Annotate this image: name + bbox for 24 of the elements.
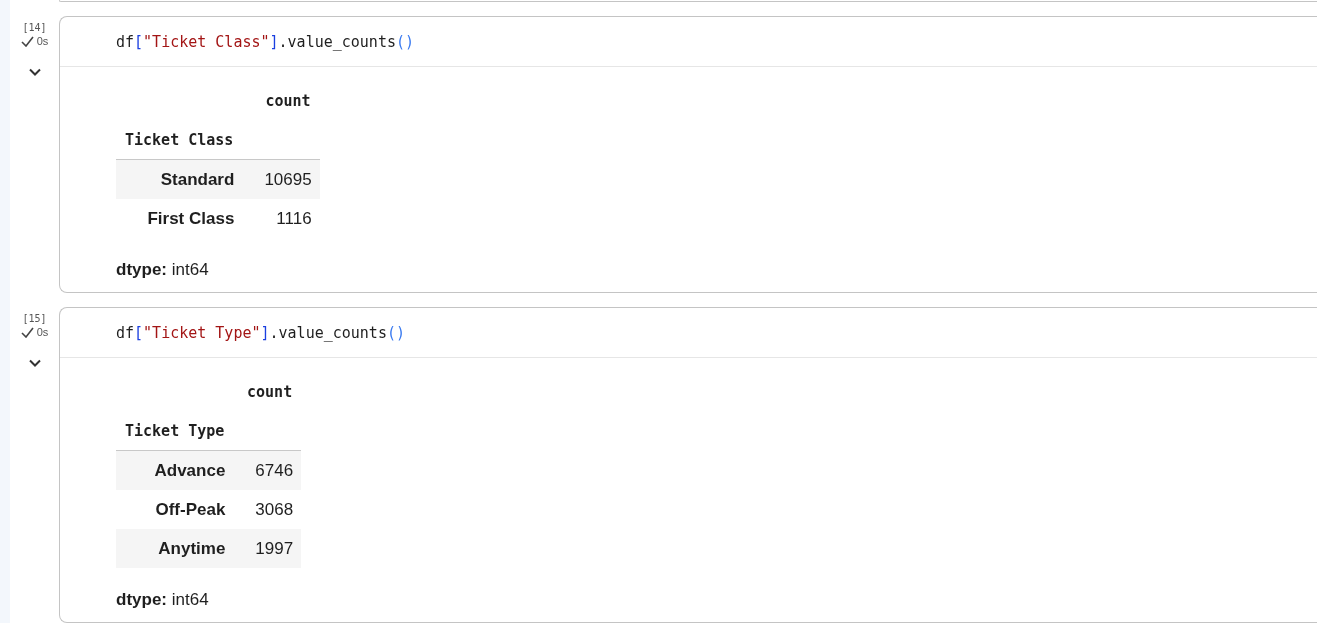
execution-count: [14] bbox=[22, 22, 47, 33]
row-label: Advance bbox=[116, 450, 234, 490]
row-label: First Class bbox=[116, 199, 243, 238]
check-icon bbox=[20, 326, 34, 338]
code-line[interactable]: df["Ticket Type"].value_counts() bbox=[60, 308, 1317, 358]
index-header: Ticket Class bbox=[116, 120, 243, 160]
table-cell: 1997 bbox=[233, 529, 302, 568]
table-cell: 3068 bbox=[233, 490, 302, 529]
execution-count: [15] bbox=[22, 313, 47, 324]
column-header: count bbox=[246, 381, 294, 403]
column-header: count bbox=[264, 90, 312, 112]
row-label: Standard bbox=[116, 159, 243, 199]
table-cell: 10695 bbox=[242, 159, 320, 199]
table-cell: 1116 bbox=[242, 199, 320, 238]
run-time: 0s bbox=[36, 326, 49, 338]
code-line[interactable]: df["Ticket Class"].value_counts() bbox=[60, 17, 1317, 67]
index-header: Ticket Type bbox=[116, 411, 234, 451]
dtype-text: dtype: int64 bbox=[116, 590, 210, 610]
table-cell: 6746 bbox=[233, 450, 302, 490]
row-label: Off-Peak bbox=[116, 490, 234, 529]
check-icon bbox=[20, 35, 34, 47]
dtype-text: dtype: int64 bbox=[116, 260, 210, 280]
row-label: Anytime bbox=[116, 529, 234, 568]
run-time: 0s bbox=[36, 35, 49, 47]
